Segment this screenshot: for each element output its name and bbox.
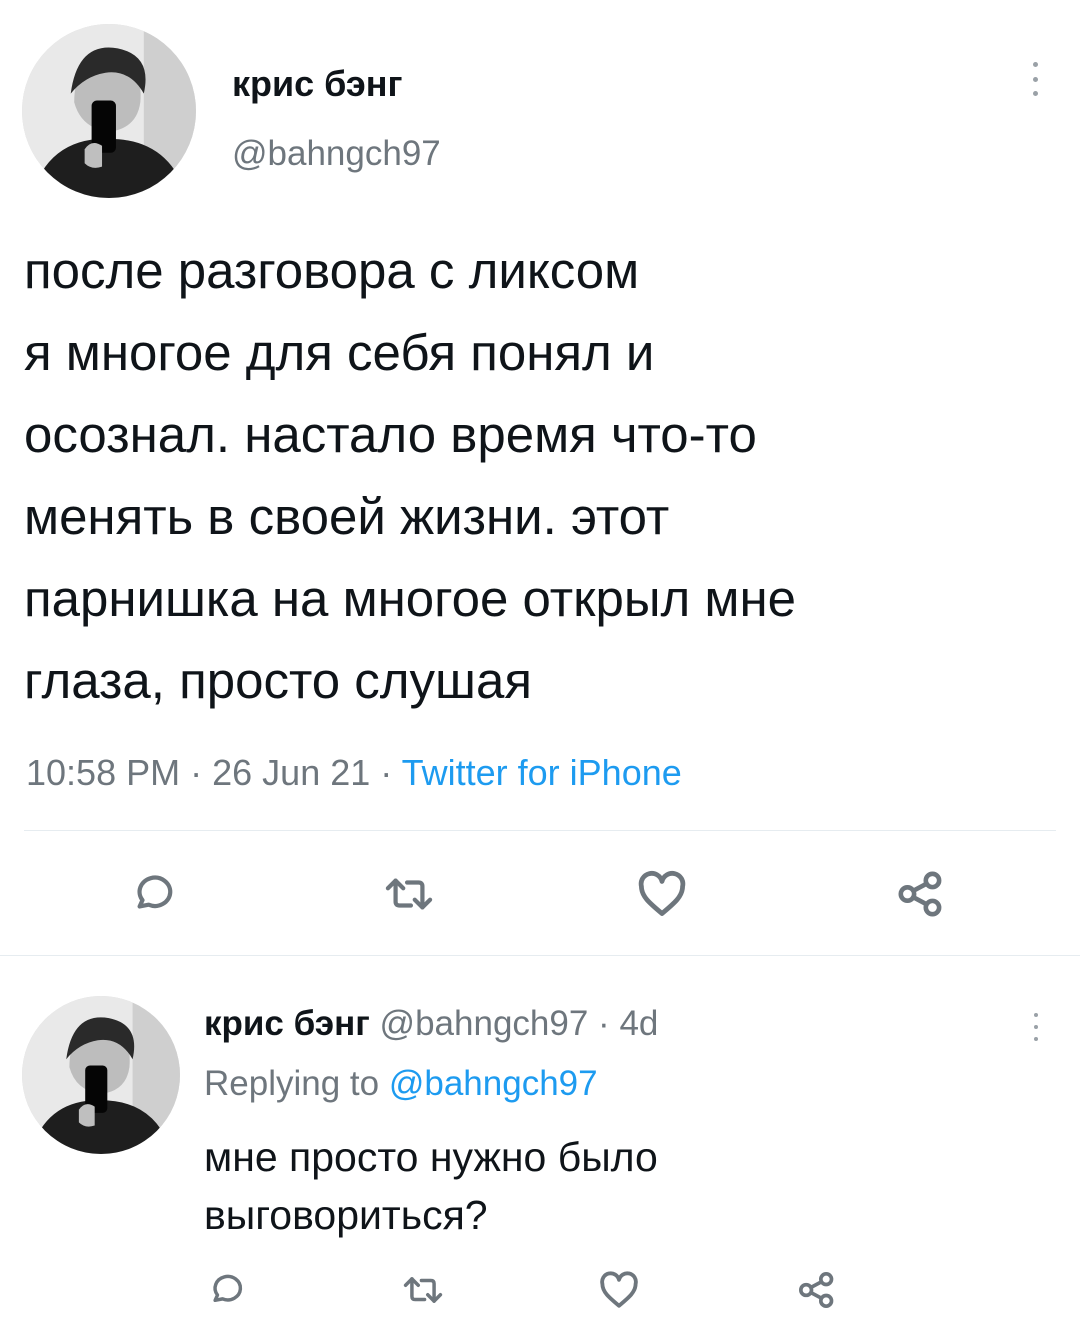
tweet-meta: 10:58 PM · 26 Jun 21 · Twitter for iPhon…: [26, 750, 682, 796]
tweet-text-line: парнишка на многое открыл мне: [24, 570, 796, 627]
more-options-icon[interactable]: [1031, 1013, 1041, 1041]
meta-separator: ·: [598, 1004, 610, 1043]
reply-age[interactable]: 4d: [619, 1004, 658, 1043]
retweet-icon[interactable]: [383, 871, 435, 917]
tweet-source[interactable]: Twitter for iPhone: [402, 752, 682, 793]
avatar[interactable]: [22, 24, 196, 198]
more-options-icon[interactable]: [1029, 62, 1041, 96]
reply-text: мне просто нужно было выговориться?: [204, 1128, 658, 1244]
author-name[interactable]: крис бэнг: [232, 62, 403, 106]
reply-header: крис бэнг @bahngch97 · 4d: [204, 1002, 658, 1046]
meta-separator: ·: [380, 752, 393, 793]
tweet-text: после разговора с ликсом я многое для се…: [24, 230, 796, 722]
tweet-text-line: менять в своей жизни. этот: [24, 488, 670, 545]
reply-author-handle[interactable]: @bahngch97: [380, 1004, 589, 1043]
tweet-text-line: осознал. настало время что-то: [24, 406, 757, 463]
replying-to-label: Replying to: [204, 1064, 380, 1103]
divider: [0, 955, 1080, 956]
like-icon[interactable]: [598, 1270, 640, 1310]
avatar-photo: [22, 24, 196, 198]
author-handle[interactable]: @bahngch97: [232, 132, 441, 176]
tweet-text-line: глаза, просто слушая: [24, 652, 532, 709]
divider: [24, 830, 1056, 831]
tweet-date[interactable]: 26 Jun 21: [212, 752, 370, 793]
replying-to: Replying to @bahngch97: [204, 1062, 598, 1106]
reply-icon[interactable]: [131, 871, 177, 917]
like-icon[interactable]: [636, 870, 688, 918]
share-icon[interactable]: [896, 869, 946, 919]
avatar-photo: [22, 996, 180, 1154]
replying-to-handle[interactable]: @bahngch97: [389, 1064, 598, 1103]
meta-separator: ·: [190, 752, 203, 793]
retweet-icon[interactable]: [402, 1271, 444, 1309]
tweet-text-line: после разговора с ликсом: [24, 242, 640, 299]
reply-text-line: мне просто нужно было: [204, 1134, 658, 1180]
reply-avatar[interactable]: [22, 996, 180, 1154]
tweet-time[interactable]: 10:58 PM: [26, 752, 180, 793]
tweet-text-line: я многое для себя понял и: [24, 324, 655, 381]
reply-text-line: выговориться?: [204, 1192, 488, 1238]
reply-author-name[interactable]: крис бэнг: [204, 1004, 370, 1043]
reply-icon[interactable]: [208, 1271, 246, 1309]
share-icon[interactable]: [797, 1270, 837, 1310]
